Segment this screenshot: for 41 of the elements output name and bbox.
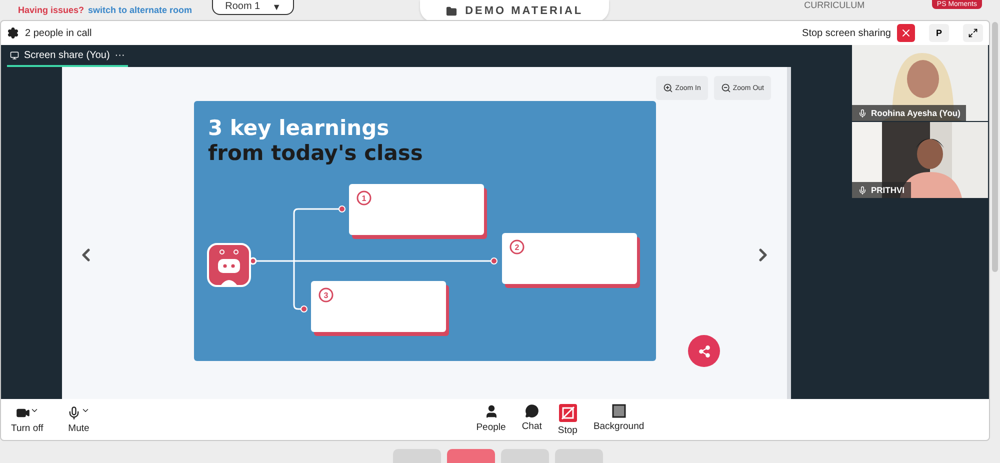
people-count: 2 people in call bbox=[25, 28, 92, 38]
background-icon bbox=[612, 404, 626, 418]
microphone-icon bbox=[67, 406, 82, 420]
close-icon bbox=[900, 27, 912, 39]
slide-title: 3 key learnings bbox=[208, 116, 389, 140]
settings-icon[interactable] bbox=[7, 27, 19, 39]
participant-name: PRITHVI bbox=[871, 185, 905, 195]
step-number: 2 bbox=[509, 240, 524, 254]
mute-button[interactable]: Mute bbox=[65, 406, 92, 434]
stop-button[interactable]: Stop bbox=[556, 404, 580, 436]
issue-text: Having issues? bbox=[18, 5, 84, 15]
zoom-in-icon bbox=[663, 83, 674, 93]
background-button[interactable]: Background bbox=[591, 404, 646, 436]
camera-button[interactable]: Turn off bbox=[9, 406, 46, 434]
robot-icon bbox=[206, 243, 250, 287]
chat-button[interactable]: Chat bbox=[520, 404, 544, 436]
people-button[interactable]: People bbox=[474, 404, 508, 436]
microphone-icon bbox=[858, 108, 867, 118]
step-number: 3 bbox=[318, 288, 333, 302]
step-number: 1 bbox=[356, 190, 371, 206]
fullscreen-button[interactable] bbox=[963, 24, 983, 42]
zoom-out-icon bbox=[720, 83, 731, 93]
microphone-icon bbox=[858, 186, 867, 194]
profile-button[interactable]: P bbox=[929, 24, 949, 42]
room-dropdown[interactable]: Room 1 ▼ bbox=[212, 0, 294, 14]
participant-name: Roohina Ayesha (You) bbox=[871, 108, 960, 118]
expand-icon bbox=[968, 28, 978, 38]
share-button[interactable] bbox=[688, 335, 720, 367]
close-button[interactable] bbox=[897, 24, 915, 42]
curriculum-tab[interactable]: CURRICULUM bbox=[804, 0, 865, 10]
stop-share-icon bbox=[558, 404, 577, 422]
person-icon bbox=[484, 404, 499, 418]
demo-material-button[interactable]: DEMO MATERIAL bbox=[420, 0, 610, 22]
more-menu[interactable]: ··· bbox=[114, 50, 125, 60]
folder-icon bbox=[446, 6, 458, 16]
tab-label: Screen share (You) bbox=[24, 50, 110, 60]
monitor-icon bbox=[10, 50, 19, 60]
share-icon bbox=[698, 344, 710, 358]
stop-sharing-label: Stop screen sharing bbox=[802, 28, 891, 38]
chat-icon bbox=[524, 404, 539, 418]
slide-subtitle: from today's class bbox=[208, 141, 422, 165]
